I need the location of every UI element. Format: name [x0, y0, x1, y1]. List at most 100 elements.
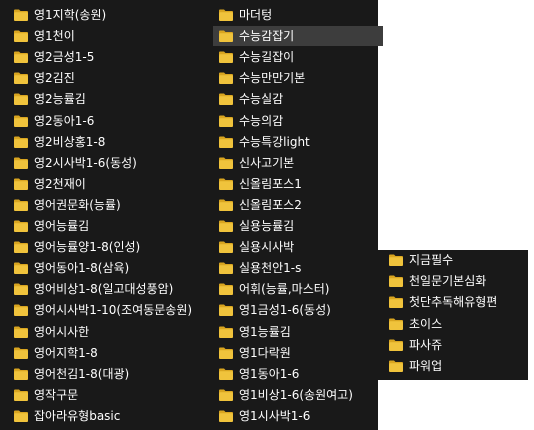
folder-icon	[13, 114, 29, 128]
folder-item[interactable]: 수능길잡이	[213, 47, 383, 67]
folder-icon	[388, 274, 404, 288]
folder-item[interactable]: 수능의감	[213, 111, 383, 131]
folder-label: 영어천김1-8(대광)	[34, 366, 130, 381]
folder-label: 영어시사박1-10(조여동문송원)	[34, 303, 193, 318]
folder-item[interactable]: 영어능률양1-8(인성)	[0, 237, 226, 257]
folder-label: 실용시사박	[239, 240, 295, 255]
folder-item[interactable]: 수능감잡기	[213, 26, 383, 47]
folder-item[interactable]: 영2금성1-5	[0, 47, 226, 67]
folder-label: 수능실감	[239, 92, 284, 107]
folder-item[interactable]: 신올림포스2	[213, 195, 383, 215]
folder-label: 초이스	[409, 316, 443, 331]
folder-label: 영1동아1-6	[239, 366, 300, 381]
folder-icon	[13, 367, 29, 381]
folder-icon	[13, 92, 29, 106]
folder-item[interactable]: 잡아라유형basic	[0, 406, 226, 426]
folder-item[interactable]: 파워업	[378, 356, 534, 376]
folder-item[interactable]: 영2동아1-6	[0, 111, 226, 131]
folder-item[interactable]: 신올림포스1	[213, 174, 383, 194]
folder-icon	[388, 253, 404, 267]
folder-item[interactable]: 영어동아1-8(삼육)	[0, 258, 226, 278]
folder-item[interactable]: 어휘(능률,마스터)	[213, 279, 383, 299]
folder-icon	[218, 29, 234, 43]
folder-label: 영어권문화(능률)	[34, 197, 121, 212]
folder-item[interactable]: 지금필수	[378, 250, 534, 270]
folder-item[interactable]: 영2천재이	[0, 174, 226, 194]
folder-item[interactable]: 영작구문	[0, 385, 226, 405]
folder-item[interactable]: 영1지학(송원)	[0, 5, 226, 25]
folder-item[interactable]: 영1능률김	[213, 322, 383, 342]
folder-item[interactable]: 영어능률김	[0, 216, 226, 236]
folder-icon	[13, 8, 29, 22]
folder-icon	[218, 135, 234, 149]
folder-item[interactable]: 실용천안1-s	[213, 258, 383, 278]
folder-icon	[13, 409, 29, 423]
folder-label: 실용능률김	[239, 219, 295, 233]
folder-icon	[13, 240, 29, 254]
folder-label: 영어능률양1-8(인성)	[34, 240, 141, 255]
folder-item[interactable]: 영어시사한	[0, 322, 226, 342]
folder-icon	[218, 325, 234, 339]
folder-icon	[218, 409, 234, 423]
folder-item[interactable]: 마더텅	[213, 5, 383, 25]
folder-label: 영1비상1-6(송원여고)	[239, 387, 353, 402]
folder-item[interactable]: 영어지학1-8	[0, 343, 226, 363]
folder-item[interactable]: 실용시사박	[213, 237, 383, 257]
folder-icon	[218, 261, 234, 275]
folder-list-right: 지금필수 천일문기본심화 첫단추독해유형편 초이스 파사쥬 파워업	[378, 250, 528, 380]
folder-label: 수능만만기본	[239, 71, 306, 86]
folder-item[interactable]: 실용능률김	[213, 216, 383, 236]
folder-label: 영2천재이	[34, 176, 86, 191]
folder-icon	[218, 282, 234, 296]
folder-item[interactable]: 초이스	[378, 314, 534, 334]
folder-icon	[388, 359, 404, 373]
folder-icon	[218, 50, 234, 64]
folder-item[interactable]: 천일문기본심화	[378, 271, 534, 291]
folder-item[interactable]: 영2능률김	[0, 89, 226, 109]
folder-item[interactable]: 수능만만기본	[213, 68, 383, 88]
folder-item[interactable]: 영1동아1-6	[213, 364, 383, 384]
folder-label: 영어시사한	[34, 324, 90, 339]
folder-label: 영2비상홍1-8	[34, 134, 106, 149]
folder-icon	[218, 156, 234, 170]
folder-icon	[218, 219, 234, 233]
folder-label: 영2김진	[34, 71, 75, 86]
folder-item[interactable]: 영1시사박1-6	[213, 406, 383, 426]
folder-item[interactable]: 영어비상1-8(일고대성풍암)	[0, 279, 226, 299]
folder-item[interactable]: 영어천김1-8(대광)	[0, 364, 226, 384]
folder-label: 영어비상1-8(일고대성풍암)	[34, 282, 174, 297]
folder-icon	[13, 50, 29, 64]
folder-label: 영어동아1-8(삼육)	[34, 261, 130, 276]
folder-item[interactable]: 신사고기본	[213, 153, 383, 173]
folder-icon	[13, 135, 29, 149]
folder-item[interactable]: 영2시사박1-6(동성)	[0, 153, 226, 173]
folder-icon	[218, 8, 234, 22]
folder-item[interactable]: 영1천이	[0, 26, 226, 46]
folder-item[interactable]: 수능특강light	[213, 132, 383, 152]
folder-label: 영1지학(송원)	[34, 8, 107, 22]
folder-list-left: 영1지학(송원) 영1천이 영2금성1-5 영2김진 영2능률김 영2동아1-6 영2비상홍…	[0, 0, 213, 430]
folder-icon	[13, 282, 29, 296]
folder-item[interactable]: 파사쥬	[378, 335, 534, 355]
folder-icon	[388, 317, 404, 331]
folder-item[interactable]: 영1비상1-6(송원여고)	[213, 385, 383, 405]
folder-icon	[218, 303, 234, 317]
folder-item[interactable]: 수능실감	[213, 89, 383, 109]
folder-label: 마더텅	[239, 8, 273, 22]
folder-icon	[13, 325, 29, 339]
folder-label: 영어지학1-8	[34, 345, 98, 360]
folder-item[interactable]: 영1금성1-6(동성)	[213, 300, 383, 320]
folder-item[interactable]: 첫단추독해유형편	[378, 292, 534, 312]
folder-label: 영2능률김	[34, 92, 86, 107]
folder-item[interactable]: 영1다락원	[213, 343, 383, 363]
folder-item[interactable]: 영어권문화(능률)	[0, 195, 226, 215]
folder-label: 수능특강light	[239, 134, 310, 149]
folder-label: 영2금성1-5	[34, 50, 95, 65]
folder-label: 어휘(능률,마스터)	[239, 282, 330, 297]
folder-label: 수능감잡기	[239, 29, 295, 44]
folder-icon	[13, 177, 29, 191]
folder-item[interactable]: 영어시사박1-10(조여동문송원)	[0, 300, 226, 320]
folder-item[interactable]: 영2비상홍1-8	[0, 132, 226, 152]
folder-item[interactable]: 영2김진	[0, 68, 226, 88]
folder-label: 영1천이	[34, 29, 75, 44]
